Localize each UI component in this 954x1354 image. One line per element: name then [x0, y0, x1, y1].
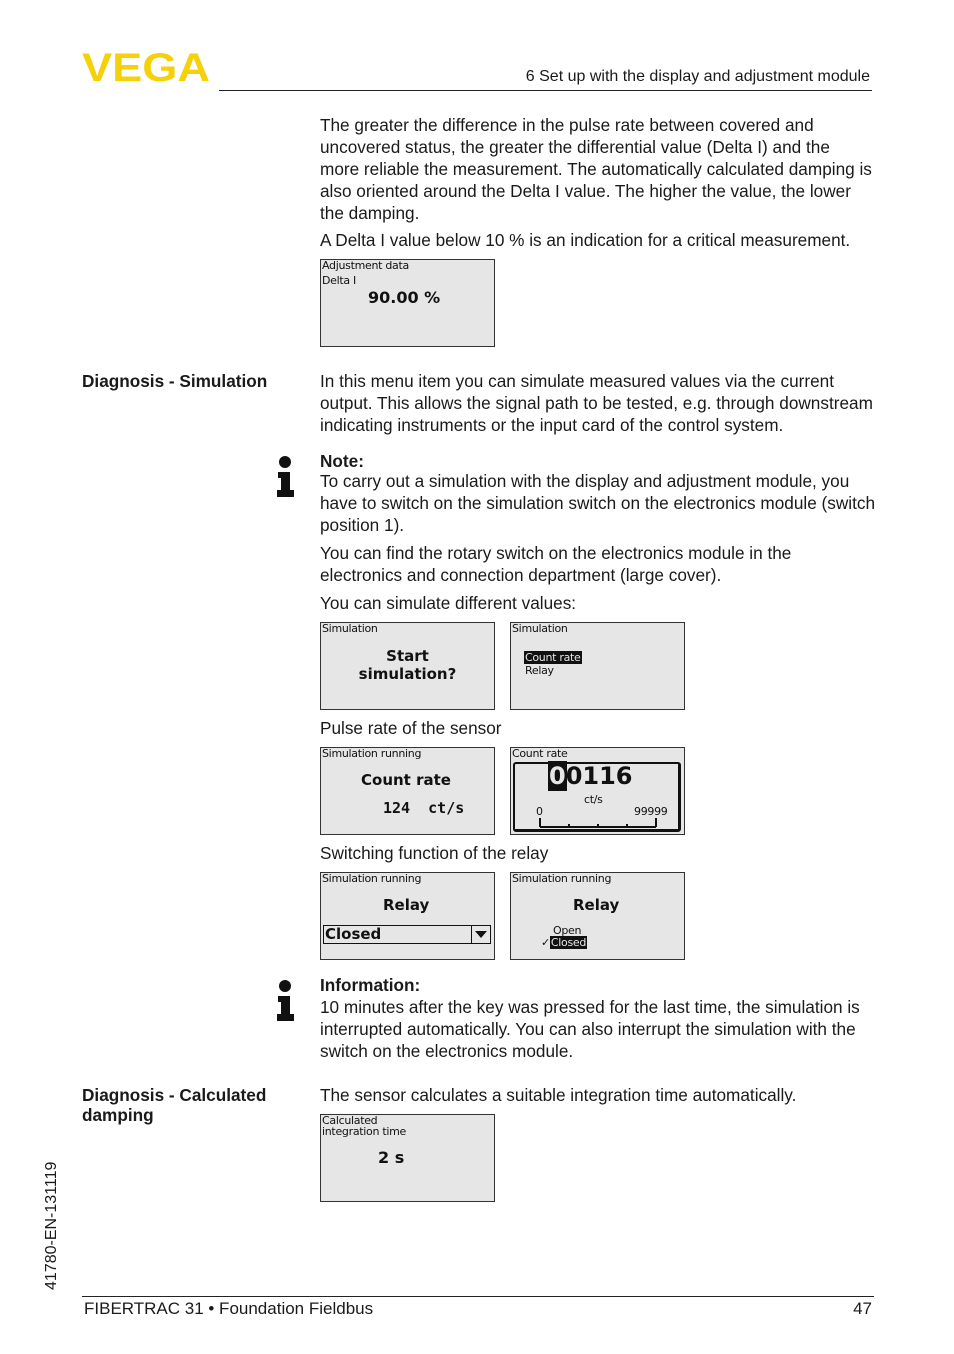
note-title: Note:: [320, 451, 364, 471]
lcd-integration-time: Calculated integration time 2 s: [320, 1114, 495, 1202]
lcd-value: 124 ct/s: [383, 799, 465, 817]
page-number: 47: [853, 1299, 872, 1318]
info-icon: [276, 456, 296, 498]
information-text: 10 minutes after the key was pressed for…: [320, 997, 860, 1061]
lcd-prompt: Start simulation?: [321, 647, 494, 683]
document-id: 41780-EN-131119: [43, 1161, 60, 1290]
simulation-paragraph: In this menu item you can simulate measu…: [320, 371, 873, 435]
intro-paragraph-1: The greater the difference in the pulse …: [320, 115, 872, 223]
lcd-line-2: integration time: [322, 1125, 406, 1138]
lcd-simulation-menu: Simulation Count rate Relay: [510, 622, 685, 710]
pulse-rate-caption: Pulse rate of the sensor: [320, 718, 502, 738]
rotary-switch-text: You can find the rotary switch on the el…: [320, 543, 792, 585]
lcd-title: Simulation running: [322, 872, 422, 885]
info-icon: [276, 980, 296, 1022]
menu-item-label: Count rate: [524, 651, 582, 664]
lcd-title: Simulation running: [512, 872, 612, 885]
chevron-down-icon[interactable]: [471, 926, 490, 943]
check-icon: ✓: [541, 936, 550, 949]
lcd-start-simulation: Simulation Start simulation?: [320, 622, 495, 710]
section-heading-damping: Diagnosis - Calculated damping: [82, 1085, 267, 1125]
menu-item-relay[interactable]: Relay: [525, 665, 554, 677]
header-divider: [219, 90, 872, 91]
note-text: To carry out a simulation with the displ…: [320, 471, 876, 535]
lcd-delta-i: Adjustment data Delta I 90.00 %: [320, 259, 495, 347]
relay-dropdown[interactable]: Closed: [323, 925, 491, 944]
svg-text:VEGA: VEGA: [82, 50, 210, 84]
lcd-count-rate-edit: Count rate 00116 ct/s 0 99999: [510, 747, 685, 835]
chapter-title: 6 Set up with the display and adjustment…: [525, 68, 870, 85]
lcd-title: Simulation: [512, 622, 568, 635]
lcd-running-count-rate: Simulation running Count rate 124 ct/s: [320, 747, 495, 835]
lcd-prompt-line-2: simulation?: [358, 665, 457, 683]
simulate-values-text: You can simulate different values:: [320, 593, 577, 613]
lcd-relay-select: Simulation running Relay Closed: [320, 872, 495, 960]
vega-logo: VEGA: [82, 46, 212, 90]
lcd-title: Simulation running: [322, 747, 422, 760]
lcd-title: Simulation: [322, 622, 378, 635]
lcd-value: 90.00 %: [368, 288, 441, 307]
product-name: FIBERTRAC 31 • Foundation Fieldbus: [84, 1299, 374, 1318]
intro-paragraph-2: A Delta I value below 10 % is an indicat…: [320, 230, 851, 250]
dropdown-value: Closed: [325, 925, 382, 943]
option-label: Closed: [549, 936, 588, 949]
option-closed[interactable]: ✓Closed: [541, 936, 588, 949]
lcd-line-2: Delta I: [322, 274, 356, 287]
menu-item-count-rate[interactable]: Count rate: [524, 651, 582, 664]
section-heading-simulation: Diagnosis - Simulation: [82, 371, 268, 391]
lcd-label: Relay: [573, 896, 620, 914]
information-title: Information:: [320, 975, 421, 995]
lcd-prompt-line-1: Start: [386, 647, 429, 665]
lcd-label: Count rate: [361, 771, 451, 789]
lcd-label: Relay: [383, 896, 430, 914]
lcd-relay-options: Simulation running Relay Open ✓Closed: [510, 872, 685, 960]
lcd-line-1: Adjustment data: [322, 259, 409, 272]
relay-caption: Switching function of the relay: [320, 843, 549, 863]
lcd-value: 2 s: [378, 1148, 405, 1167]
scale-bar: [539, 818, 657, 828]
damping-paragraph: The sensor calculates a suitable integra…: [320, 1085, 797, 1105]
footer-divider: [82, 1296, 874, 1297]
